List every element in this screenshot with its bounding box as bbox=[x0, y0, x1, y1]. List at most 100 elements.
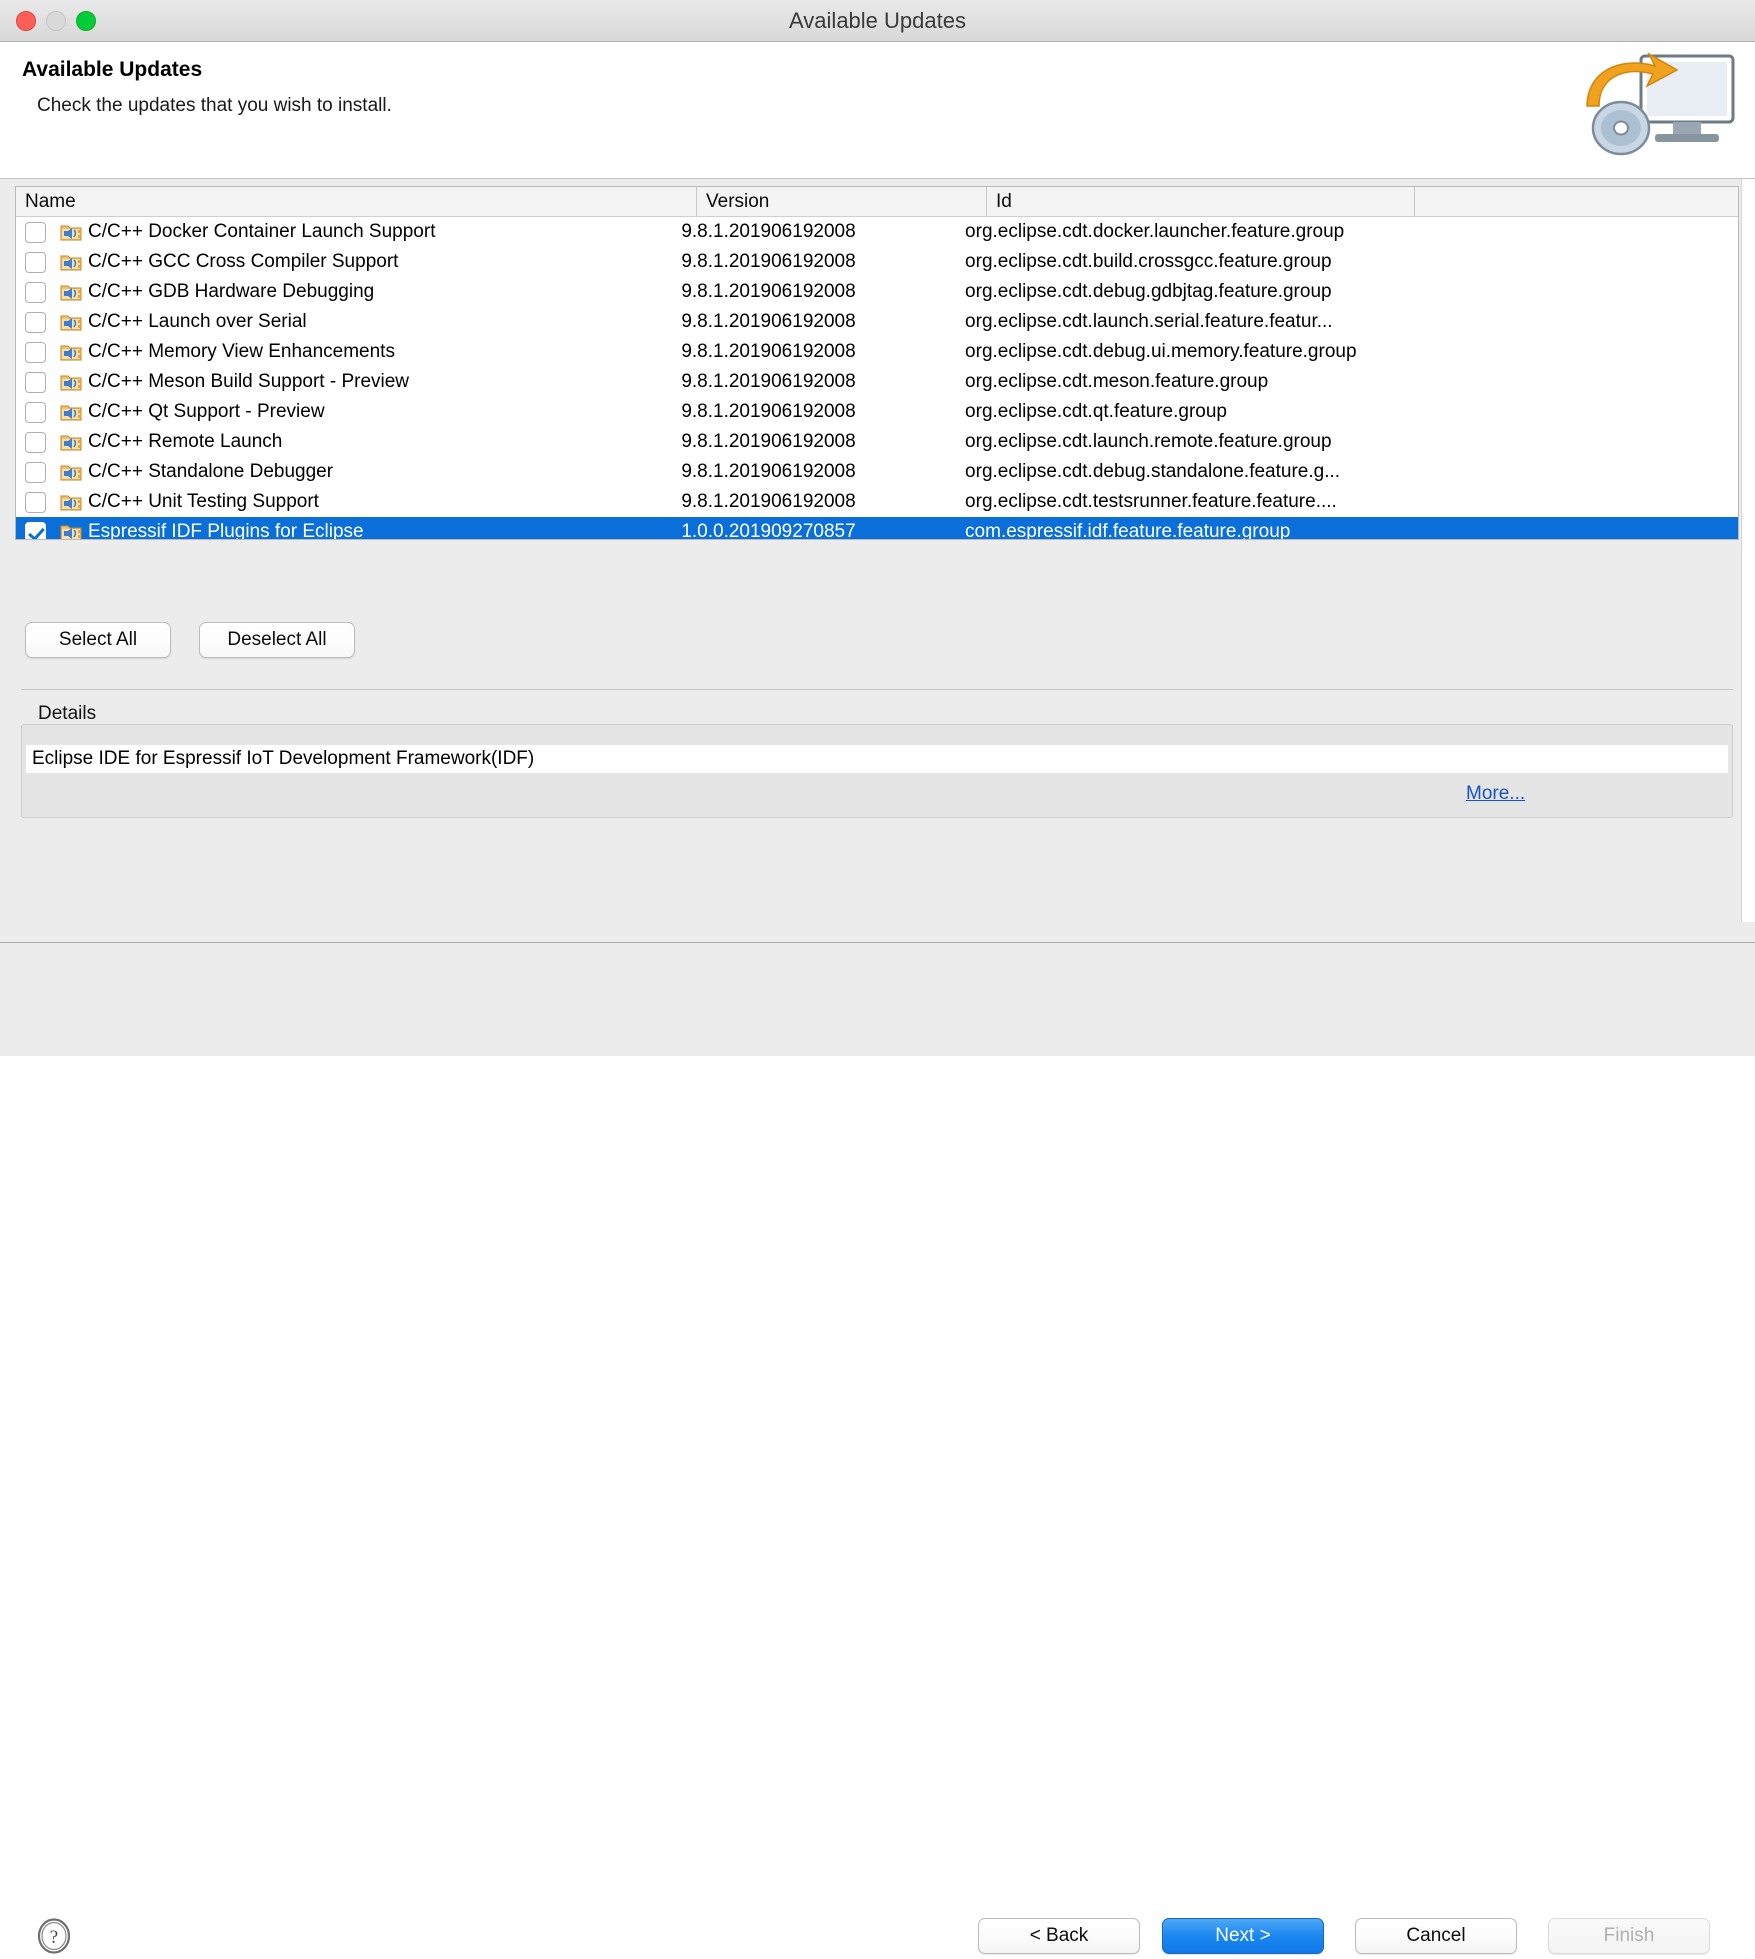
row-checkbox[interactable] bbox=[25, 522, 46, 541]
more-link[interactable]: More... bbox=[1466, 783, 1525, 805]
feature-name: C/C++ Memory View Enhancements bbox=[88, 341, 395, 363]
question-mark-icon[interactable]: ? bbox=[36, 1918, 72, 1954]
row-checkbox[interactable] bbox=[25, 342, 46, 363]
row-checkbox[interactable] bbox=[25, 312, 46, 333]
cell-name: C/C++ GDB Hardware Debugging bbox=[16, 281, 681, 303]
feature-id: org.eclipse.cdt.testsrunner.feature.feat… bbox=[965, 491, 1738, 513]
feature-version: 9.8.1.201906192008 bbox=[681, 371, 965, 393]
feature-version: 9.8.1.201906192008 bbox=[681, 401, 965, 423]
table-row[interactable]: Espressif IDF Plugins for Eclipse 1.0.0.2… bbox=[16, 517, 1738, 540]
table-row[interactable]: C/C++ Memory View Enhancements 9.8.1.2019… bbox=[16, 337, 1738, 367]
column-header-id[interactable]: Id bbox=[986, 187, 1414, 217]
row-checkbox[interactable] bbox=[25, 282, 46, 303]
close-window-button[interactable] bbox=[16, 11, 36, 31]
feature-name: Espressif IDF Plugins for Eclipse bbox=[88, 521, 364, 540]
cell-name: C/C++ Launch over Serial bbox=[16, 311, 681, 333]
feature-package-icon bbox=[60, 312, 82, 332]
feature-id: org.eclipse.cdt.debug.standalone.feature… bbox=[965, 461, 1738, 483]
table-row[interactable]: C/C++ Remote Launch9.8.1.201906192008org… bbox=[16, 427, 1738, 457]
table-row[interactable]: C/C++ Meson Build Support - Preview 9.8.1… bbox=[16, 367, 1738, 397]
row-checkbox[interactable] bbox=[25, 462, 46, 483]
window-titlebar: Available Updates bbox=[0, 0, 1755, 42]
dialog-header: Available Updates Check the updates that… bbox=[0, 42, 1755, 179]
row-checkbox[interactable] bbox=[25, 402, 46, 423]
minimize-window-button[interactable] bbox=[46, 11, 66, 31]
column-header-version[interactable]: Version bbox=[696, 187, 986, 217]
table-header-row: Name Version Id bbox=[16, 187, 1738, 217]
feature-version: 9.8.1.201906192008 bbox=[681, 281, 965, 303]
feature-version: 9.8.1.201906192008 bbox=[681, 311, 965, 333]
feature-id: org.eclipse.cdt.meson.feature.group bbox=[965, 371, 1738, 393]
feature-name: C/C++ Remote Launch bbox=[88, 431, 282, 453]
page-title: Available Updates bbox=[22, 58, 202, 82]
select-all-button[interactable]: Select All bbox=[25, 622, 171, 658]
feature-package-icon bbox=[60, 282, 82, 302]
cell-name: C/C++ Memory View Enhancements bbox=[16, 341, 681, 363]
table-row[interactable]: C/C++ Unit Testing Support 9.8.1.20190619… bbox=[16, 487, 1738, 517]
cell-name: C/C++ Standalone Debugger bbox=[16, 461, 681, 483]
feature-package-icon bbox=[60, 372, 82, 392]
cell-name: C/C++ Meson Build Support - Preview bbox=[16, 371, 681, 393]
cell-name: Espressif IDF Plugins for Eclipse bbox=[16, 521, 681, 540]
feature-version: 9.8.1.201906192008 bbox=[681, 251, 965, 273]
cell-name: C/C++ Remote Launch bbox=[16, 431, 681, 453]
feature-id: org.eclipse.cdt.launch.serial.feature.fe… bbox=[965, 311, 1738, 333]
page-subtitle: Check the updates that you wish to insta… bbox=[37, 95, 392, 117]
row-checkbox[interactable] bbox=[25, 252, 46, 273]
column-header-extra[interactable] bbox=[1414, 187, 1738, 217]
maximize-window-button[interactable] bbox=[76, 11, 96, 31]
row-checkbox[interactable] bbox=[25, 372, 46, 393]
table-body: C/C++ Docker Container Launch Support 9.8… bbox=[16, 217, 1738, 540]
feature-name: C/C++ Launch over Serial bbox=[88, 311, 307, 333]
feature-id: org.eclipse.cdt.debug.gdbjtag.feature.gr… bbox=[965, 281, 1738, 303]
feature-package-icon bbox=[60, 252, 82, 272]
table-row[interactable]: C/C++ GDB Hardware Debugging 9.8.1.201906… bbox=[16, 277, 1738, 307]
feature-version: 9.8.1.201906192008 bbox=[681, 461, 965, 483]
table-row[interactable]: C/C++ Docker Container Launch Support 9.8… bbox=[16, 217, 1738, 247]
feature-name: C/C++ GCC Cross Compiler Support bbox=[88, 251, 398, 273]
column-header-name[interactable]: Name bbox=[16, 187, 696, 217]
feature-package-icon bbox=[60, 402, 82, 422]
feature-name: C/C++ GDB Hardware Debugging bbox=[88, 281, 374, 303]
feature-id: org.eclipse.cdt.launch.remote.feature.gr… bbox=[965, 431, 1738, 453]
feature-id: org.eclipse.cdt.qt.feature.group bbox=[965, 401, 1738, 423]
feature-package-icon bbox=[60, 222, 82, 242]
feature-name: C/C++ Docker Container Launch Support bbox=[88, 221, 435, 243]
feature-package-icon bbox=[60, 342, 82, 362]
row-checkbox[interactable] bbox=[25, 492, 46, 513]
feature-name: C/C++ Qt Support - Preview bbox=[88, 401, 325, 423]
feature-version: 9.8.1.201906192008 bbox=[681, 341, 965, 363]
feature-id: org.eclipse.cdt.docker.launcher.feature.… bbox=[965, 221, 1738, 243]
row-checkbox[interactable] bbox=[25, 222, 46, 243]
table-row[interactable]: C/C++ Launch over Serial 9.8.1.2019061920… bbox=[16, 307, 1738, 337]
cell-name: C/C++ Docker Container Launch Support bbox=[16, 221, 681, 243]
next-button[interactable]: Next > bbox=[1162, 1918, 1324, 1954]
feature-id: com.espressif.idf.feature.feature.group bbox=[965, 521, 1738, 540]
feature-id: org.eclipse.cdt.build.crossgcc.feature.g… bbox=[965, 251, 1738, 273]
table-row[interactable]: C/C++ GCC Cross Compiler Support 9.8.1.20… bbox=[16, 247, 1738, 277]
finish-button: Finish bbox=[1548, 1918, 1710, 1954]
deselect-all-button[interactable]: Deselect All bbox=[199, 622, 355, 658]
table-row[interactable]: C/C++ Standalone Debugger9.8.1.201906192… bbox=[16, 457, 1738, 487]
feature-version: 9.8.1.201906192008 bbox=[681, 491, 965, 513]
table-row[interactable]: C/C++ Qt Support - Preview 9.8.1.20190619… bbox=[16, 397, 1738, 427]
feature-package-icon bbox=[60, 432, 82, 452]
feature-version: 1.0.0.201909270857 bbox=[681, 521, 965, 540]
row-checkbox[interactable] bbox=[25, 432, 46, 453]
cancel-button[interactable]: Cancel bbox=[1355, 1918, 1517, 1954]
feature-package-icon bbox=[60, 462, 82, 482]
back-button[interactable]: < Back bbox=[978, 1918, 1140, 1954]
svg-text:?: ? bbox=[50, 1927, 58, 1948]
section-divider bbox=[21, 689, 1733, 690]
update-cd-monitor-icon bbox=[1581, 50, 1741, 160]
feature-id: org.eclipse.cdt.debug.ui.memory.feature.… bbox=[965, 341, 1738, 363]
updates-table[interactable]: Name Version Id C/C++ Docker Container L… bbox=[15, 186, 1739, 540]
available-updates-dialog: Available Updates Available Updates Chec… bbox=[0, 0, 1755, 1056]
cell-name: C/C++ Unit Testing Support bbox=[16, 491, 681, 513]
feature-name: C/C++ Meson Build Support - Preview bbox=[88, 371, 409, 393]
feature-name: C/C++ Unit Testing Support bbox=[88, 491, 319, 513]
details-label: Details bbox=[38, 703, 96, 725]
feature-package-icon bbox=[60, 492, 82, 512]
feature-version: 9.8.1.201906192008 bbox=[681, 221, 965, 243]
traffic-light-controls bbox=[16, 11, 96, 31]
